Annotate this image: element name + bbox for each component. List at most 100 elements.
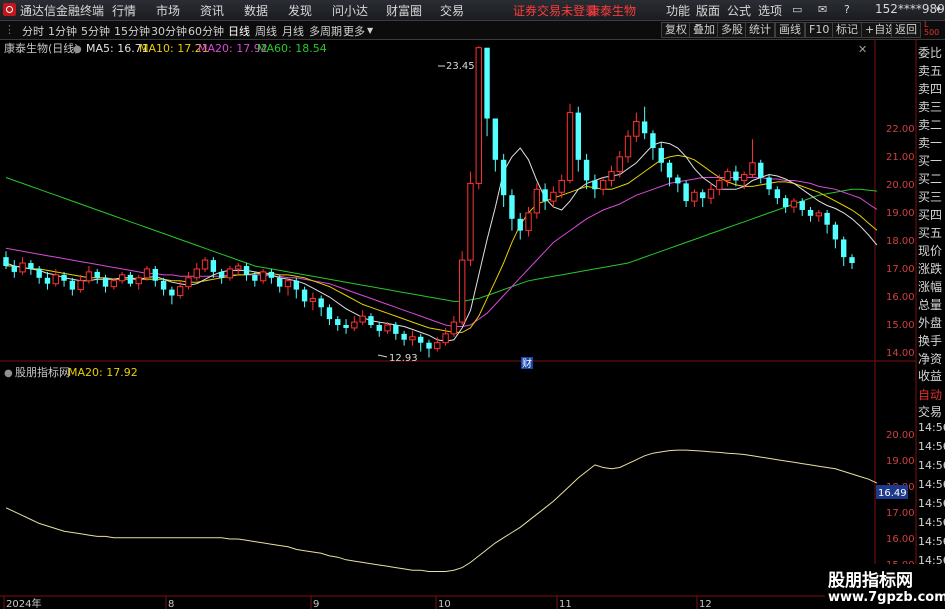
menu-xuanxiang[interactable]: 选项 <box>758 2 782 19</box>
price-tick: 16.00 <box>886 292 915 303</box>
menu-gongshi[interactable]: 公式 <box>727 2 751 19</box>
side-bid5: 买五 <box>918 226 943 240</box>
period-more[interactable]: 更多 <box>343 23 365 39</box>
settings-circle-icon[interactable]: ● <box>73 44 82 55</box>
menu-jiaoyi[interactable]: 交易 <box>440 2 464 19</box>
candle-body <box>135 277 142 285</box>
candle-body <box>525 212 532 232</box>
candle-body <box>3 257 9 266</box>
candle-body <box>252 274 258 281</box>
btn-f10[interactable]: F10 <box>805 22 834 38</box>
menu-gongneng[interactable]: 功能 <box>666 2 690 19</box>
minimize-to-tray-icon[interactable]: ▭ <box>792 3 802 16</box>
mail-icon[interactable]: ✉ <box>818 3 827 16</box>
close-pane-icon[interactable]: ✕ <box>858 43 867 56</box>
dropdown-icon[interactable]: ▾ <box>936 5 941 15</box>
price-tick: 20.00 <box>886 180 915 191</box>
candle-body <box>61 274 67 281</box>
candle-body <box>782 198 789 207</box>
btn-diejia[interactable]: 叠加 <box>689 22 719 38</box>
candle-body <box>343 325 349 328</box>
app-title: 通达信金融终端 <box>20 4 105 18</box>
login-notice[interactable]: 证券交易未登录 <box>513 2 597 19</box>
candle-body <box>517 218 523 231</box>
candle-body <box>774 189 781 199</box>
period-1min[interactable]: 1分钟 <box>48 23 77 39</box>
current-stock-name: 康泰生物 <box>588 4 637 18</box>
candle-body <box>666 162 673 178</box>
btn-huaxian[interactable]: 画线 <box>775 22 805 38</box>
period-toolbar: ⋮ 分时 1分钟 5分钟 15分钟 30分钟 60分钟 日线 周线 月线 多周期… <box>0 21 945 40</box>
period-5min[interactable]: 5分钟 <box>81 23 110 39</box>
btn-biaoji[interactable]: 标记 <box>832 22 862 38</box>
period-60min[interactable]: 60分钟 <box>188 23 224 39</box>
candle-body <box>749 162 756 176</box>
menu-faxian[interactable]: 发现 <box>288 2 312 19</box>
candle-body <box>268 271 275 278</box>
candle-body <box>335 319 341 325</box>
candle-body <box>318 298 324 308</box>
candle-body <box>616 156 623 173</box>
period-fenshi[interactable]: 分时 <box>22 23 44 39</box>
time-label: 2024年 <box>6 597 41 609</box>
menu-caifuquan[interactable]: 财富圈 <box>386 2 422 19</box>
side-netasset: 净资 <box>918 352 943 366</box>
candle-body <box>434 342 441 350</box>
help-icon[interactable]: ? <box>844 3 850 16</box>
time-label: 8 <box>168 599 174 609</box>
period-15min[interactable]: 15分钟 <box>114 23 150 39</box>
more-dropdown-icon[interactable]: ▼ <box>367 26 373 35</box>
candle-body <box>442 333 449 344</box>
candle-body <box>44 277 51 284</box>
candle-body <box>235 265 242 270</box>
indicator-tick: 20.00 <box>886 430 915 441</box>
user-account[interactable]: 152****9892 <box>875 2 945 16</box>
indicator-tick: 17.00 <box>886 508 915 519</box>
candle-body <box>650 133 656 148</box>
menu-zixun[interactable]: 资讯 <box>200 2 224 19</box>
candle-body <box>326 307 333 320</box>
kline-chart-area[interactable]: 康泰生物(日线) ● MA5: 16.71 MA10: 17.21 MA20: … <box>0 39 945 609</box>
candle-body <box>815 212 823 217</box>
tick-time: 14:56 <box>918 459 945 472</box>
candle-body <box>118 274 126 282</box>
btn-tongji[interactable]: 统计 <box>745 22 775 38</box>
period-multi[interactable]: 多周期 <box>309 23 342 39</box>
candle-body <box>85 271 93 282</box>
candle-body <box>758 162 764 178</box>
price-tick: 14.00 <box>886 348 915 359</box>
time-axis: 2024年 8 9 10 11 12 <box>3 596 712 609</box>
price-axis: 22.00 21.00 20.00 19.00 18.00 17.00 16.0… <box>886 124 915 359</box>
side-auto-mode[interactable]: 自动 <box>918 386 945 403</box>
candle-body <box>110 280 118 288</box>
candle-body <box>599 179 607 190</box>
candle-body <box>418 336 424 343</box>
app-logo-icon <box>3 3 16 16</box>
menu-shuju[interactable]: 数据 <box>244 2 268 19</box>
candle-body <box>841 239 847 258</box>
candle-body <box>28 263 34 269</box>
indicator-settings-icon[interactable]: ● <box>4 368 13 379</box>
period-monthly[interactable]: 月线 <box>282 23 304 39</box>
menu-banmian[interactable]: 版面 <box>696 2 720 19</box>
period-weekly[interactable]: 周线 <box>255 23 277 39</box>
menu-shichang[interactable]: 市场 <box>156 2 180 19</box>
btn-fanhui[interactable]: 返回 <box>891 22 921 38</box>
candle-body <box>102 277 109 287</box>
candle-body <box>243 266 250 275</box>
side-trade[interactable]: 交易 <box>918 403 945 420</box>
menu-wenxiaoda[interactable]: 问小达 <box>332 2 368 19</box>
side-price: 现价 <box>918 244 943 258</box>
ma5-line <box>5 141 878 342</box>
btn-fuquan[interactable]: 复权 <box>661 22 691 38</box>
candle-body <box>691 191 698 202</box>
candle-body <box>558 179 565 193</box>
candle-body <box>69 280 76 290</box>
candle-body <box>799 201 805 210</box>
period-30min[interactable]: 30分钟 <box>151 23 187 39</box>
period-daily[interactable]: 日线 <box>228 23 250 39</box>
candle-body <box>832 224 839 240</box>
btn-duogu[interactable]: 多股 <box>717 22 747 38</box>
menu-hangqing[interactable]: 行情 <box>112 2 136 19</box>
candle-body <box>500 159 507 196</box>
